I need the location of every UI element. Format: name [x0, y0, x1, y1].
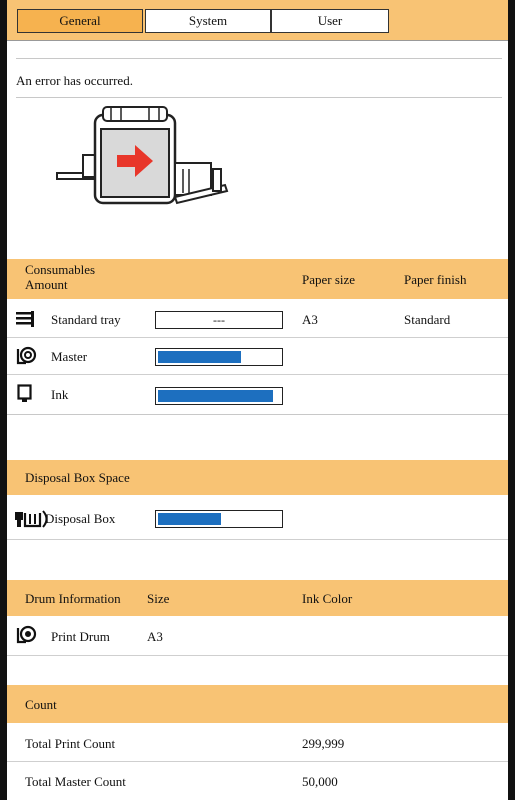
status-message: An error has occurred.	[16, 73, 133, 88]
count-header: Count	[7, 685, 508, 723]
ink-level-fill	[158, 390, 273, 402]
paper-size-heading: Paper size	[302, 272, 356, 287]
consumable-label: Master	[51, 349, 88, 364]
consumable-row-standard-tray: Standard tray --- A3 Standard	[7, 301, 508, 338]
tab-user[interactable]: User	[271, 9, 389, 33]
paper-finish-heading: Paper finish	[404, 272, 467, 287]
drum-ink-color-heading: Ink Color	[302, 591, 353, 606]
tab-system[interactable]: System	[145, 9, 271, 33]
tab-bar: General System User	[7, 0, 508, 41]
disposal-box-level-bar	[155, 510, 283, 528]
consumables-amount-heading: Consumables Amount	[25, 262, 96, 292]
print-drum-row: Print Drum A3	[7, 617, 508, 656]
disposal-box-row: Disposal Box	[7, 499, 508, 540]
disposal-box-level-fill	[158, 513, 221, 525]
drum-size-heading: Size	[147, 591, 170, 606]
drum-information-header: Drum Information Size Ink Color	[7, 580, 508, 616]
count-value: 50,000	[302, 774, 338, 789]
consumable-label: Standard tray	[51, 312, 121, 327]
consumable-label: Ink	[51, 387, 69, 402]
count-value: 299,999	[302, 736, 345, 751]
count-label: Total Master Count	[25, 774, 126, 789]
standard-tray-level-bar: ---	[155, 311, 283, 329]
left-frame-border	[0, 0, 7, 800]
drum-information-heading: Drum Information	[25, 591, 121, 606]
consumables-header: Consumables Amount Paper size Paper fini…	[7, 259, 508, 299]
count-row-total-print: Total Print Count 299,999	[7, 725, 508, 762]
tab-general[interactable]: General	[17, 9, 143, 33]
print-drum-label: Print Drum	[51, 629, 110, 644]
paper-size-value: A3	[302, 312, 318, 327]
right-frame-border	[508, 0, 515, 800]
master-roll-icon	[16, 346, 37, 365]
consumable-row-ink: Ink	[7, 375, 508, 413]
printer-illustration	[56, 106, 229, 205]
disposal-box-heading: Disposal Box Space	[25, 470, 130, 485]
count-heading: Count	[25, 697, 57, 712]
panel-content: General System User An error has occurre…	[7, 0, 508, 800]
ink-level-bar	[155, 387, 283, 405]
divider	[7, 414, 508, 415]
printer-status-panel: General System User An error has occurre…	[0, 0, 515, 800]
divider	[16, 58, 502, 59]
count-row-total-master: Total Master Count 50,000	[7, 762, 508, 800]
master-level-fill	[158, 351, 241, 363]
print-drum-size-value: A3	[147, 629, 163, 644]
count-label: Total Print Count	[25, 736, 116, 751]
master-level-bar	[155, 348, 283, 366]
disposal-box-label: Disposal Box	[45, 511, 116, 526]
ink-cartridge-icon	[17, 384, 32, 402]
disposal-box-header: Disposal Box Space	[7, 460, 508, 495]
tray-icon	[16, 311, 34, 327]
level-placeholder: ---	[213, 313, 225, 327]
divider	[16, 97, 502, 98]
print-drum-icon	[16, 625, 37, 644]
consumable-row-master: Master	[7, 338, 508, 375]
paper-finish-value: Standard	[404, 312, 451, 327]
